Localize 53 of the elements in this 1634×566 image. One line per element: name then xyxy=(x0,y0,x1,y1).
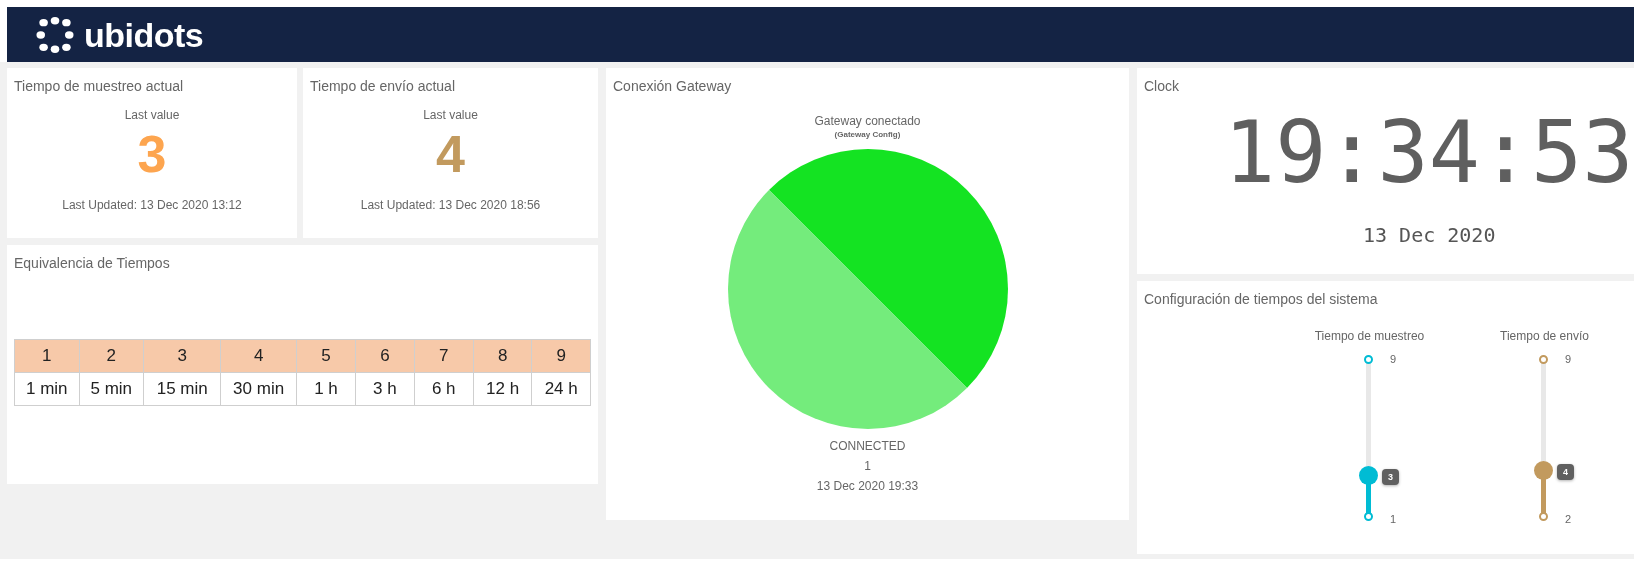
table-header-cell: 3 xyxy=(143,339,221,373)
clock-time: 19:34:53 xyxy=(1224,110,1634,195)
widget-title: Tiempo de envío actual xyxy=(310,78,455,94)
table-cell: 3 h xyxy=(355,372,415,406)
table-header-cell: 7 xyxy=(414,339,474,373)
last-updated: Last Updated: 13 Dec 2020 13:12 xyxy=(62,198,242,212)
clock-date: 13 Dec 2020 xyxy=(1363,223,1497,247)
table-cell: 1 min xyxy=(14,372,80,406)
table-header-cell: 1 xyxy=(14,339,80,373)
widget-title: Conexión Gateway xyxy=(613,78,733,94)
status-label: CONNECTED xyxy=(829,439,906,453)
table-cell: 1 h xyxy=(296,372,356,406)
track-end-icon xyxy=(1363,512,1373,521)
track-end-icon xyxy=(1538,512,1548,521)
logo-text: ubidots xyxy=(84,17,204,52)
table-header-cell: 8 xyxy=(473,339,532,373)
table-header-cell: 6 xyxy=(355,339,415,373)
max-label: 9 xyxy=(1564,353,1572,365)
slider-label: Tiempo de envío xyxy=(1500,329,1589,343)
table-header-cell: 4 xyxy=(220,339,297,373)
metric-value: 4 xyxy=(436,128,465,180)
widget-title: Tiempo de muestreo actual xyxy=(14,78,184,94)
status-timestamp: 13 Dec 2020 19:33 xyxy=(816,479,919,493)
table-header-cell: 9 xyxy=(531,339,591,373)
metric-value: 3 xyxy=(137,128,167,180)
status-value: 1 xyxy=(864,459,871,473)
slider-thumb[interactable] xyxy=(1533,460,1553,480)
table-cell: 6 h xyxy=(414,372,474,406)
table-cell: 24 h xyxy=(531,372,591,406)
table-cell: 15 min xyxy=(143,372,221,406)
track-end-icon xyxy=(1363,355,1373,364)
last-updated: Last Updated: 13 Dec 2020 18:56 xyxy=(360,198,541,212)
table-header-cell: 5 xyxy=(296,339,356,373)
table-cell: 12 h xyxy=(473,372,532,406)
widget-title: Clock xyxy=(1144,78,1180,94)
value-caption: Last value xyxy=(423,108,478,122)
table-header-cell: 2 xyxy=(79,339,144,373)
table-cell: 5 min xyxy=(79,372,144,406)
min-label: 2 xyxy=(1564,513,1572,525)
min-label: 1 xyxy=(1389,513,1397,525)
logo-icon xyxy=(36,15,74,54)
chart-subtitle: (Gateway Config) xyxy=(834,130,901,139)
value-caption: Last value xyxy=(124,108,180,122)
widget-title: Equivalencia de Tiempos xyxy=(14,255,171,271)
value-badge: 4 xyxy=(1556,463,1574,480)
value-badge: 3 xyxy=(1381,469,1399,485)
table-cell: 30 min xyxy=(220,372,297,406)
track-end-icon xyxy=(1538,355,1548,364)
widget-title: Configuración de tiempos del sistema xyxy=(1144,291,1379,307)
max-label: 9 xyxy=(1389,353,1397,365)
slider-label: Tiempo de muestreo xyxy=(1314,329,1425,343)
slider-thumb[interactable] xyxy=(1358,466,1378,485)
chart-title: Gateway conectado xyxy=(814,114,921,128)
